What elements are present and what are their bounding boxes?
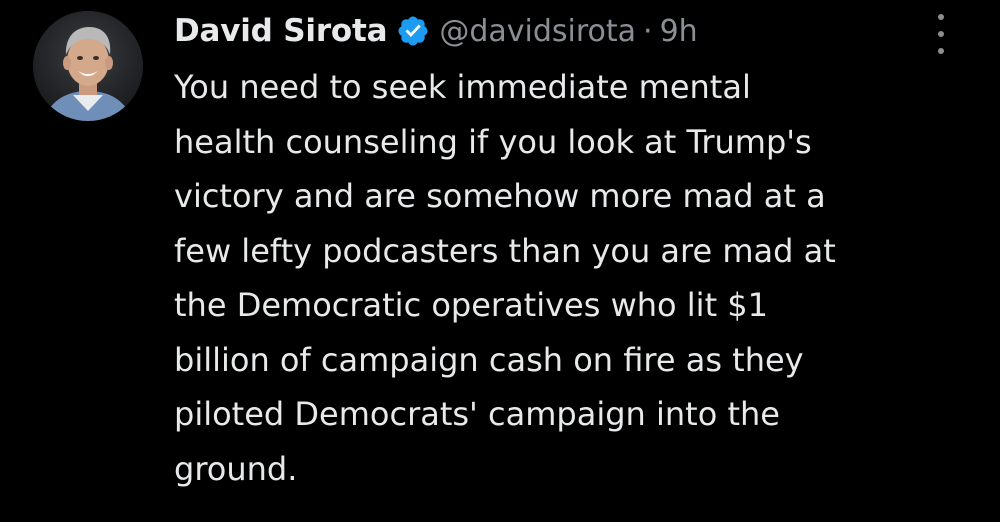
tweet-header: David Sirota @davidsirota · 9h <box>174 8 698 54</box>
avatar-icon <box>33 11 143 121</box>
header-separator: · <box>643 13 653 49</box>
more-dot <box>938 14 944 20</box>
tweet-text-line: piloted Democrats' campaign into the <box>174 395 780 433</box>
tweet-text: You need to seek immediate mental health… <box>174 60 974 496</box>
tweet-text-line: billion of campaign cash on fire as they <box>174 340 804 379</box>
tweet-timestamp[interactable]: 9h <box>660 14 698 49</box>
more-dot <box>938 48 944 54</box>
verified-badge-icon <box>396 14 430 48</box>
tweet-text-line: ground. <box>174 449 298 488</box>
more-options-icon[interactable] <box>926 14 956 54</box>
tweet-text-line: few lefty podcasters than you are mad at <box>174 231 836 270</box>
tweet-text-line: You need to seek immediate mental <box>174 68 751 106</box>
more-dot <box>938 31 944 37</box>
author-handle[interactable]: @davidsirota <box>439 14 636 49</box>
author-display-name[interactable]: David Sirota <box>174 13 388 49</box>
tweet-text-line: victory and are somehow more mad at a <box>174 177 826 215</box>
tweet-text-line: the Democratic operatives who lit $1 <box>174 286 768 324</box>
tweet-text-line: health counseling if you look at Trump's <box>174 122 812 161</box>
avatar[interactable] <box>33 11 143 121</box>
tweet: David Sirota @davidsirota · 9h You need … <box>0 0 1000 522</box>
